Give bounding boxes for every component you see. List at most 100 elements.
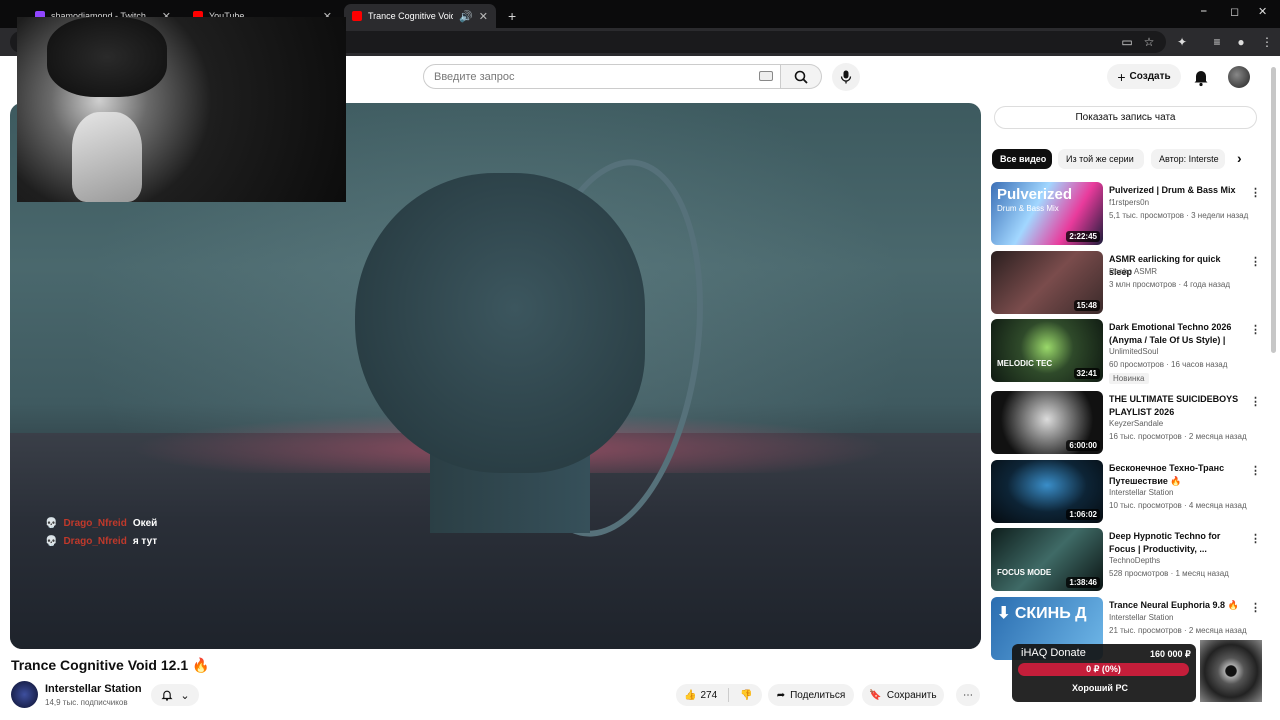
extensions-icon[interactable]: ✦ [1174, 34, 1190, 50]
chip-all-videos[interactable]: Все видео [992, 149, 1052, 169]
channel-avatar[interactable] [11, 681, 38, 708]
webcam-person-hand [72, 112, 142, 202]
minimize-icon[interactable]: ⎯ [1201, 5, 1207, 18]
subscription-bell-button[interactable]: ⌄ [151, 684, 199, 706]
speaker-icon[interactable]: 🔊 [459, 10, 473, 23]
recommendation-meta: 10 тыс. просмотров · 4 месяца назад [1109, 501, 1247, 510]
new-tab-button[interactable]: + [500, 4, 524, 28]
donate-progress-bar: 0 ₽ (0%) [1018, 663, 1189, 676]
chip-same-series[interactable]: Из той же серии [1058, 149, 1144, 169]
thumbnail-text: FOCUS MODE [997, 568, 1052, 577]
video-thumbnail[interactable]: 6:00:00 [991, 391, 1103, 454]
new-badge: Новинка [1109, 373, 1149, 384]
more-actions-button[interactable]: ⋯ [956, 684, 980, 706]
video-thumbnail[interactable]: 1:06:02 [991, 460, 1103, 523]
recommendation-item[interactable]: 15:48 ASMR earlicking for quick sleep Peeb… [991, 251, 1261, 315]
recommendation-channel[interactable]: Interstellar Station [1109, 613, 1173, 622]
video-title: Trance Cognitive Void 12.1 🔥 [11, 657, 210, 673]
thumbnail-text: MELODIC TEC [997, 359, 1053, 368]
donate-title: iHAQ Donate [1021, 647, 1086, 659]
share-label: Поделиться [790, 689, 846, 701]
chat-username: Drago_Nfreid [63, 536, 127, 547]
media-icon[interactable]: ≡ [1209, 34, 1225, 50]
recommendation-title[interactable]: Trance Neural Euphoria 9.8 🔥 [1109, 599, 1245, 612]
recommendation-item[interactable]: Pulverized Drum & Bass Mix 2:22:45 Pulveriz… [991, 182, 1261, 246]
recommendation-item[interactable]: 6:00:00 THE ULTIMATE SUICIDEBOYS PLAYLIST… [991, 391, 1261, 455]
tab-trance-video[interactable]: Trance Cognitive Void 12.1 🔊 ✕ [344, 4, 496, 28]
duration-badge: 15:48 [1073, 300, 1100, 311]
save-button[interactable]: 🔖 Сохранить [862, 684, 944, 706]
recommendation-title[interactable]: Deep Hypnotic Techno for Focus | Product… [1109, 530, 1245, 556]
keyboard-icon[interactable] [759, 71, 773, 81]
recommendation-title[interactable]: Бесконечное Техно-Транс Путешествие 🔥 [1109, 462, 1245, 488]
recommendation-item[interactable]: FOCUS MODE 1:38:46 Deep Hypnotic Techno fo… [991, 528, 1261, 592]
recommendation-meta: 16 тыс. просмотров · 2 месяца назад [1109, 432, 1247, 441]
search-input[interactable]: Введите запрос [423, 64, 781, 89]
channel-name[interactable]: Interstellar Station [45, 683, 142, 695]
skull-icon: 💀 [45, 518, 58, 529]
recommendation-title[interactable]: Dark Emotional Techno 2026 (Anyma / Tale… [1109, 321, 1245, 348]
recommendation-meta: 528 просмотров · 1 месяц назад [1109, 569, 1229, 578]
notifications-button[interactable] [1190, 66, 1212, 88]
chevron-down-icon: ⌄ [180, 689, 190, 702]
more-icon[interactable]: ⋮ [1250, 601, 1261, 614]
search-icon [794, 70, 808, 84]
page-scrollbar[interactable] [1271, 67, 1276, 353]
create-button[interactable]: + Создать [1107, 64, 1181, 89]
duration-badge: 2:22:45 [1066, 231, 1100, 242]
more-icon[interactable]: ⋮ [1250, 395, 1261, 408]
video-thumbnail[interactable]: MELODIC TEC 32:41 [991, 319, 1103, 382]
account-avatar[interactable] [1228, 66, 1250, 88]
close-window-icon[interactable]: ✕ [1258, 5, 1267, 18]
like-button[interactable]: 👍 274 [684, 690, 717, 701]
thumbs-down-icon: 👎 [740, 689, 753, 701]
stream-chat-line: 💀 Drago_Nfreid я тут [45, 536, 157, 547]
recommendation-meta: 60 просмотров · 16 часов назад [1109, 360, 1228, 369]
search-button[interactable] [781, 64, 822, 89]
close-icon[interactable]: ✕ [479, 10, 488, 23]
recommendation-title[interactable]: Pulverized | Drum & Bass Mix [1109, 184, 1245, 197]
video-thumbnail[interactable]: 15:48 [991, 251, 1103, 314]
star-icon[interactable]: ☆ [1141, 34, 1157, 50]
chat-message: Окей [132, 518, 158, 529]
tab-title: Trance Cognitive Void 12.1 [368, 11, 453, 21]
webcam-person-hair [47, 17, 167, 97]
dislike-button[interactable]: 👎 [740, 690, 752, 701]
show-chat-replay-button[interactable]: Показать запись чата [994, 106, 1257, 129]
duration-badge: 1:38:46 [1066, 577, 1100, 588]
maximize-icon[interactable]: ◻ [1230, 5, 1239, 18]
recommendation-channel[interactable]: Interstellar Station [1109, 488, 1173, 497]
recommendation-channel[interactable]: TechnoDepths [1109, 556, 1160, 565]
more-icon[interactable]: ⋮ [1250, 464, 1261, 477]
bookmark-icon: 🔖 [869, 689, 882, 701]
more-icon[interactable]: ⋮ [1250, 255, 1261, 268]
video-thumbnail[interactable]: FOCUS MODE 1:38:46 [991, 528, 1103, 591]
recommendation-channel[interactable]: Peebo ASMR [1109, 267, 1157, 276]
share-button[interactable]: ➦ Поделиться [768, 684, 854, 706]
youtube-icon [352, 11, 362, 21]
recommendation-item[interactable]: 1:06:02 Бесконечное Техно-Транс Путешеств… [991, 460, 1261, 524]
donate-goal: 160 000 ₽ [1150, 649, 1191, 659]
chip-author[interactable]: Автор: Interste [1151, 149, 1225, 169]
chat-username: Drago_Nfreid [63, 518, 127, 529]
chevron-right-icon[interactable]: › [1237, 150, 1242, 166]
cast-icon[interactable]: ▭ [1119, 34, 1135, 50]
recommendation-title[interactable]: THE ULTIMATE SUICIDEBOYS PLAYLIST 2026 [1109, 393, 1245, 419]
recommendation-channel[interactable]: UnlimitedSoul [1109, 347, 1158, 356]
share-icon: ➦ [776, 689, 786, 701]
chat-message: я тут [132, 536, 158, 547]
voice-search-button[interactable] [832, 63, 860, 91]
profile-icon[interactable]: ● [1233, 34, 1249, 50]
create-label: Создать [1129, 71, 1171, 82]
recommendation-channel[interactable]: KeyzerSandale [1109, 419, 1163, 428]
more-icon[interactable]: ⋮ [1250, 186, 1261, 199]
recommendation-meta: 5,1 тыс. просмотров · 3 недели назад [1109, 211, 1249, 220]
more-icon[interactable]: ⋮ [1250, 323, 1261, 336]
menu-icon[interactable]: ⋮ [1259, 34, 1275, 50]
bell-icon [1194, 71, 1208, 87]
recommendation-item[interactable]: MELODIC TEC 32:41 Dark Emotional Techno 20… [991, 319, 1261, 384]
video-thumbnail[interactable]: Pulverized Drum & Bass Mix 2:22:45 [991, 182, 1103, 245]
more-icon[interactable]: ⋮ [1250, 532, 1261, 545]
recommendation-channel[interactable]: f1rstpers0n [1109, 198, 1149, 207]
save-label: Сохранить [886, 689, 937, 701]
